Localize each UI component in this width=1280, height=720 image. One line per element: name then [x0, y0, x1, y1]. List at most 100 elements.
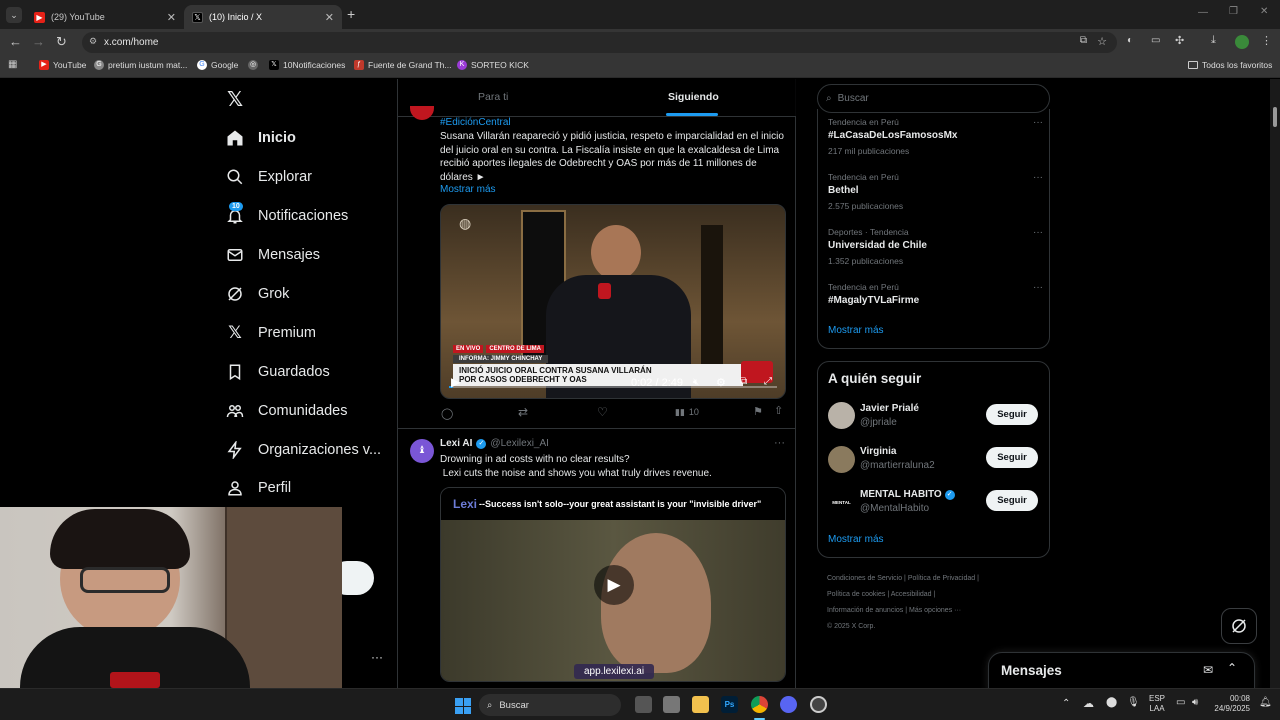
chevron-up-icon[interactable]: ⌃ — [1062, 698, 1070, 709]
chevron-up-icon[interactable]: ⌃ — [1227, 661, 1237, 675]
new-message-icon[interactable]: ✉ — [1203, 663, 1213, 677]
close-icon[interactable]: ✕ — [325, 11, 334, 24]
avatar[interactable] — [828, 446, 855, 473]
bookmark-youtube[interactable]: ▶ YouTube — [39, 60, 86, 70]
post-avatar[interactable]: ♝ — [410, 439, 434, 463]
nav-item-grok[interactable]: Grok — [226, 285, 289, 303]
taskbar-search[interactable]: ⌕ Buscar — [479, 694, 621, 716]
close-icon[interactable]: ✕ — [167, 11, 176, 24]
bookmark-sorteo-kick[interactable]: K SORTEO KICK — [457, 60, 529, 70]
page-scrollbar[interactable] — [1270, 79, 1280, 688]
reply-icon[interactable]: ◯ — [441, 407, 453, 420]
trends-show-more[interactable]: Mostrar más — [828, 325, 884, 336]
post-hashtag[interactable]: #EdiciónCentral — [440, 117, 511, 128]
tray-icon[interactable]: ⬤ — [1106, 697, 1117, 708]
app-icon[interactable] — [663, 696, 680, 713]
trend-item[interactable]: Tendencia en Perú #MagalyTVLaFirme ··· — [828, 282, 1043, 306]
microphone-icon[interactable]: 🎙︎ — [1127, 697, 1140, 708]
trend-item[interactable]: Tendencia en Perú Bethel 2.575 publicaci… — [828, 172, 1043, 211]
like-icon[interactable]: ♡ — [597, 405, 608, 419]
grok-float-button[interactable] — [1221, 608, 1257, 644]
more-icon[interactable]: ··· — [1033, 282, 1043, 293]
tab-youtube[interactable]: ▶ (29) YouTube ✕ — [26, 5, 184, 29]
bookmark-globe[interactable]: ◎ — [248, 60, 262, 70]
views-button[interactable]: ▮▮ 10 — [675, 407, 699, 418]
site-info-icon[interactable]: ⚙ — [89, 36, 97, 47]
nav-item-inicio[interactable]: Inicio — [226, 129, 296, 147]
menu-icon[interactable]: ⋮ — [1261, 34, 1272, 47]
who-show-more[interactable]: Mostrar más — [828, 534, 884, 545]
bookmark-10notificaciones[interactable]: 𝕏 10Notificaciones — [269, 60, 345, 70]
follow-button[interactable]: Seguir — [986, 490, 1038, 511]
volume-icon[interactable]: 🔇︎ — [693, 377, 699, 388]
windows-start-icon[interactable] — [455, 698, 471, 714]
restore-button[interactable]: ❐ — [1229, 6, 1238, 17]
window-close-button[interactable]: ✕ — [1260, 6, 1268, 17]
star-icon[interactable]: ☆ — [1097, 35, 1107, 48]
minimize-button[interactable]: — — [1198, 7, 1208, 18]
avatar[interactable] — [828, 402, 855, 429]
follow-button[interactable]: Seguir — [986, 404, 1038, 425]
bookmark-google[interactable]: G Google — [197, 60, 238, 70]
bookmark-grand-theft[interactable]: ƒ Fuente de Grand Th... — [354, 60, 451, 70]
tab-x-home[interactable]: 𝕏 (10) Inicio / X ✕ — [184, 5, 342, 29]
apps-grid-icon[interactable]: ▦ — [8, 59, 17, 70]
nav-item-perfil[interactable]: Perfil — [226, 479, 291, 497]
nav-item-premium[interactable]: 𝕏 Premium — [226, 323, 316, 342]
extension-icon[interactable]: ▭ — [1151, 35, 1160, 46]
nav-item-organizaciones[interactable]: Organizaciones v... — [226, 441, 381, 459]
nav-item-guardados[interactable]: Guardados — [226, 363, 330, 381]
task-view-icon[interactable] — [635, 696, 652, 713]
play-icon[interactable]: ▶ — [451, 375, 460, 389]
volume-icon[interactable]: 🔊︎ — [1192, 697, 1198, 708]
ad-media[interactable]: Lexi --Success isn't solo--your great as… — [440, 487, 786, 682]
file-explorer-icon[interactable] — [692, 696, 709, 713]
discord-icon[interactable] — [780, 696, 797, 713]
pip-icon[interactable]: ⧉ — [740, 376, 747, 387]
address-bar[interactable]: ⚙ x.com/home ⧉ ☆ — [82, 32, 1117, 53]
user-name[interactable]: Javier Prialé — [860, 403, 919, 414]
scrollbar-thumb[interactable] — [1273, 107, 1277, 127]
show-more-link[interactable]: Mostrar más — [440, 184, 496, 195]
x-logo-icon[interactable]: 𝕏 — [227, 87, 243, 112]
photoshop-icon[interactable]: Ps — [721, 696, 738, 713]
more-icon[interactable]: ··· — [1033, 227, 1043, 238]
reload-icon[interactable]: ↻ — [56, 34, 67, 50]
footer-link[interactable]: Política de Privacidad — [908, 575, 975, 582]
extension-icon[interactable]: ◐ — [1127, 35, 1133, 46]
nav-item-notificaciones[interactable]: 10 Notificaciones — [226, 202, 348, 225]
author-name[interactable]: Lexi AI — [440, 438, 472, 449]
messages-drawer[interactable]: Mensajes ✉ ⌃ — [988, 652, 1255, 688]
profile-avatar[interactable] — [1235, 35, 1249, 49]
notification-bell-icon[interactable]: 🔔︎ — [1259, 697, 1272, 708]
tab-para-ti[interactable]: Para ti — [478, 91, 508, 103]
footer-link[interactable]: Política de cookies — [827, 591, 885, 598]
more-icon[interactable]: ··· — [774, 437, 785, 449]
fullscreen-icon[interactable]: ⤢ — [764, 376, 772, 387]
settings-icon[interactable]: ⚙ — [716, 376, 726, 389]
user-name[interactable]: Virginia — [860, 446, 897, 457]
trend-item[interactable]: Deportes · Tendencia Universidad de Chil… — [828, 227, 1043, 266]
user-name[interactable]: MENTAL HABITO — [860, 489, 942, 500]
more-icon[interactable]: ··· — [1033, 172, 1043, 183]
author-handle[interactable]: @Lexilexi_AI — [490, 438, 549, 449]
video-progress-track[interactable] — [449, 386, 777, 388]
footer-link[interactable]: Más opciones ··· — [909, 607, 961, 614]
language-indicator[interactable]: ESP LAA — [1149, 694, 1165, 714]
back-arrow-icon[interactable]: ← — [9, 34, 22, 49]
more-icon[interactable]: ··· — [1033, 117, 1043, 128]
all-bookmarks-folder[interactable]: Todos los favoritos — [1188, 60, 1272, 70]
play-button-icon[interactable]: ▶ — [594, 565, 634, 605]
bookmark-icon[interactable]: ⚑ — [753, 405, 763, 418]
clock[interactable]: 00:08 24/9/2025 — [1212, 694, 1250, 714]
install-app-icon[interactable]: ⧉ — [1080, 35, 1087, 46]
cloud-icon[interactable]: ☁ — [1083, 697, 1094, 710]
footer-link[interactable]: Información de anuncios — [827, 607, 903, 614]
avatar[interactable]: MENTAL — [828, 489, 855, 516]
app-icon[interactable] — [810, 696, 827, 713]
post-avatar[interactable] — [410, 106, 434, 120]
footer-link[interactable]: Accesibilidad — [891, 591, 932, 598]
tab-search-button[interactable]: ⌄ — [6, 7, 22, 23]
share-icon[interactable]: ⇧ — [774, 404, 783, 417]
puzzle-icon[interactable]: ✣ — [1175, 34, 1184, 47]
